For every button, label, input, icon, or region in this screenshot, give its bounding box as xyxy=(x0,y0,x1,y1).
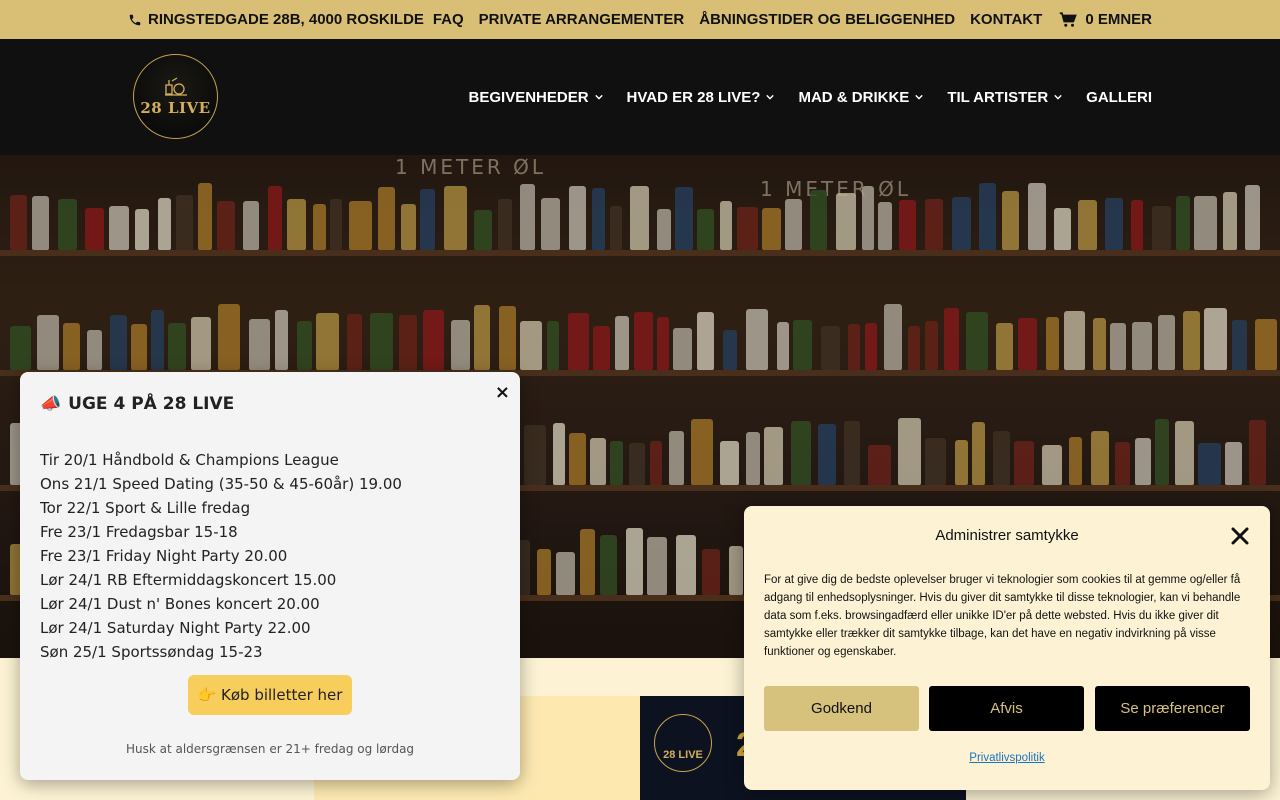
nav-label: GALLERI xyxy=(1086,88,1152,106)
event-item: Tor 22/1 Sport & Lille fredag xyxy=(40,499,251,517)
events-popup: × 📣 UGE 4 PÅ 28 LIVE Tir 20/1 Håndbold &… xyxy=(20,372,520,780)
logo-icon xyxy=(164,76,187,96)
address: RINGSTEDGADE 28B, 4000 ROSKILDE xyxy=(128,0,424,39)
address-text: RINGSTEDGADE 28B, 4000 ROSKILDE xyxy=(148,11,424,28)
event-item: Lør 24/1 Dust n' Bones koncert 20.00 xyxy=(40,595,320,613)
nav-label: TIL ARTISTER xyxy=(947,88,1049,106)
chevron-down-icon xyxy=(766,94,775,100)
topbar-link-contact[interactable]: KONTAKT xyxy=(970,11,1042,28)
nav-item-gallery[interactable]: GALLERI xyxy=(1086,89,1152,106)
cart-link[interactable]: 0 EMNER xyxy=(1059,11,1152,28)
topbar-link-private-events[interactable]: PRIVATE ARRANGEMENTER xyxy=(479,11,685,28)
topbar-link-opening-hours[interactable]: ÅBNINGSTIDER OG BELIGGENHED xyxy=(699,11,955,28)
event-item: Ons 21/1 Speed Dating (35-50 & 45-60år) … xyxy=(40,475,402,493)
popup-title-text: UGE 4 PÅ 28 LIVE xyxy=(68,394,235,414)
main-header: 28 LIVE BEGIVENHEDER HVAD ER 28 LIVE? MA… xyxy=(0,39,1280,155)
event-item: Lør 24/1 RB Eftermiddagskoncert 15.00 xyxy=(40,571,337,589)
logo-text: 28 LIVE xyxy=(140,98,211,117)
cart-label: 0 EMNER xyxy=(1085,11,1152,28)
nav-label: BEGIVENHEDER xyxy=(468,88,589,106)
top-bar: RINGSTEDGADE 28B, 4000 ROSKILDE FAQ PRIV… xyxy=(0,0,1280,39)
buy-tickets-button[interactable]: 👉 Køb billetter her xyxy=(188,675,352,715)
preferences-button[interactable]: Se præferencer xyxy=(1095,686,1250,731)
deny-button[interactable]: Afvis xyxy=(929,686,1084,731)
chevron-down-icon xyxy=(915,94,924,100)
nav-label: MAD & DRIKKE xyxy=(798,88,910,106)
event-item: Lør 24/1 Saturday Night Party 22.00 xyxy=(40,619,311,637)
cookie-consent-dialog: Administrer samtykke For at give dig de … xyxy=(744,506,1270,790)
event-item: Fre 23/1 Fredagsbar 15-18 xyxy=(40,523,238,541)
event-item: Søn 25/1 Sportssøndag 15-23 xyxy=(40,643,263,661)
megaphone-icon: 📣 xyxy=(40,394,62,414)
accept-button[interactable]: Godkend xyxy=(764,686,919,731)
phone-icon xyxy=(129,14,141,25)
topbar-link-faq[interactable]: FAQ xyxy=(433,11,464,28)
logo[interactable]: 28 LIVE xyxy=(133,54,218,139)
event-item: Fre 23/1 Friday Night Party 20.00 xyxy=(40,547,288,565)
nav-item-artists[interactable]: TIL ARTISTER xyxy=(947,89,1062,106)
close-icon[interactable] xyxy=(1230,526,1250,546)
cookie-title: Administrer samtykke xyxy=(935,527,1079,544)
nav-item-events[interactable]: BEGIVENHEDER xyxy=(469,89,603,106)
popup-title: 📣 UGE 4 PÅ 28 LIVE xyxy=(40,394,234,414)
thumbnail-logo: 28 LIVE xyxy=(654,714,712,772)
nav-label: HVAD ER 28 LIVE? xyxy=(626,88,761,106)
chevron-down-icon xyxy=(1054,94,1062,100)
nav-item-food-drinks[interactable]: MAD & DRIKKE xyxy=(798,88,924,106)
cookie-text: For at give dig de bedste oplevelser bru… xyxy=(764,574,1241,658)
privacy-policy-link[interactable]: Privatlivspolitik xyxy=(744,752,1270,764)
age-limit-note: Husk at aldersgrænsen er 21+ fredag og l… xyxy=(125,742,415,756)
popup-close-button[interactable]: × xyxy=(495,382,510,403)
nav-item-about[interactable]: HVAD ER 28 LIVE? xyxy=(627,89,775,106)
event-list: Tir 20/1 Håndbold & Champions League Ons… xyxy=(40,448,402,664)
event-item: Tir 20/1 Håndbold & Champions League xyxy=(40,451,339,469)
main-nav: BEGIVENHEDER HVAD ER 28 LIVE? MAD & DRIK… xyxy=(469,39,1152,155)
cart-icon xyxy=(1060,11,1078,27)
chevron-down-icon xyxy=(594,94,603,100)
